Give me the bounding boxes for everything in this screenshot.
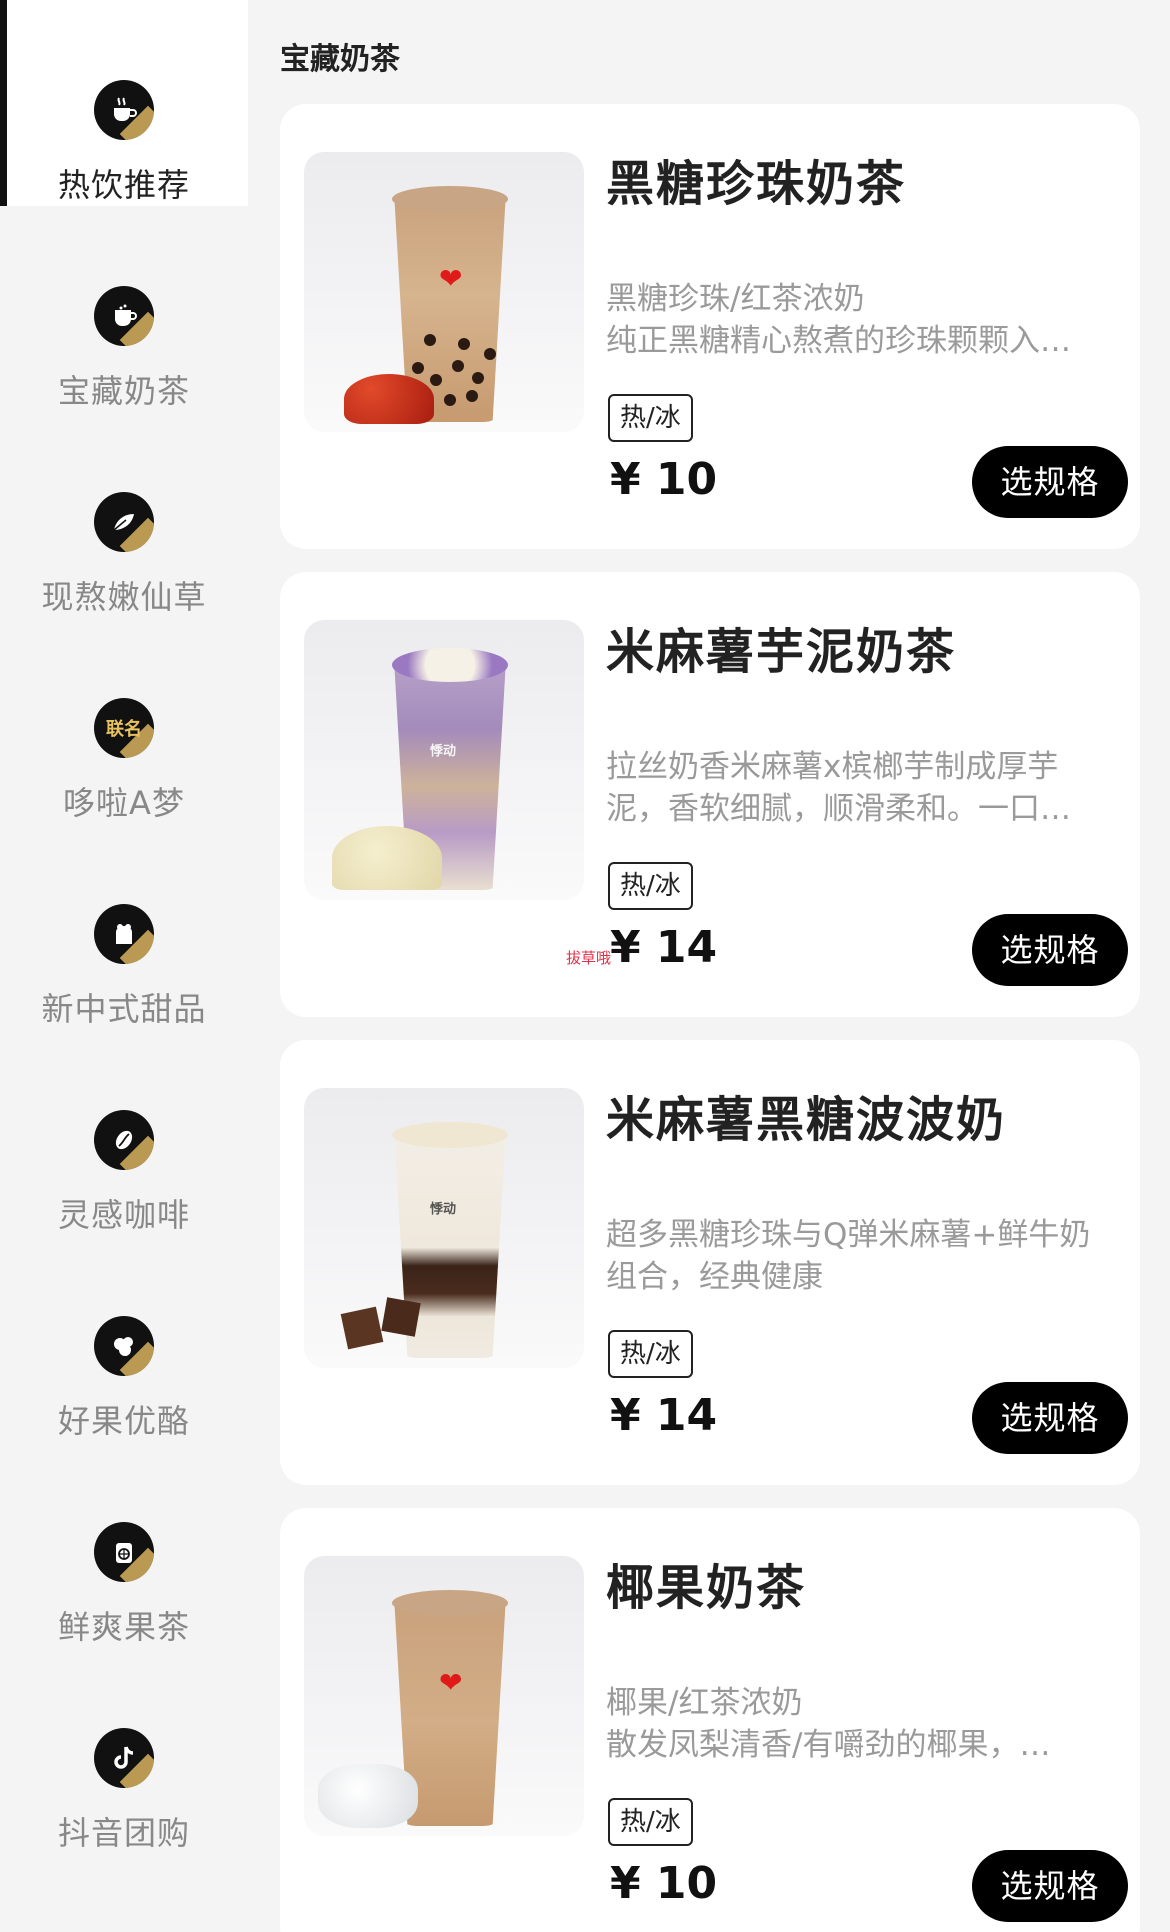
sidebar-item-doraemon[interactable]: 联名 哆啦A梦 <box>0 618 248 824</box>
brand-logo: 悸动 <box>430 744 457 759</box>
product-card[interactable]: ❤ 黑糖珍珠奶茶 黑糖珍珠/红茶浓奶 纯正黑糖精心熬煮的珍珠颗颗入… 热/冰 ¥… <box>280 104 1140 549</box>
sidebar-item-hot-drinks[interactable]: 热饮推荐 <box>0 0 248 206</box>
temperature-tag: 热/冰 <box>608 862 693 910</box>
sidebar-item-label: 新中式甜品 <box>41 990 207 1028</box>
product-list-area: 宝藏奶茶 ❤ 黑糖珍珠奶茶 黑糖珍珠/红茶浓奶 纯正黑糖精心熬煮的珍珠颗颗入… … <box>248 0 1170 1932</box>
product-price: ¥ 14 <box>610 922 718 973</box>
heart-logo-icon: ❤ <box>439 1666 463 1699</box>
sidebar-item-label: 热饮推荐 <box>57 166 190 204</box>
temperature-tag: 热/冰 <box>608 1330 693 1378</box>
coffee-bean-icon <box>94 1110 154 1170</box>
product-name: 米麻薯黑糖波波奶 <box>606 1092 1007 1148</box>
product-description: 超多黑糖珍珠与Q弹米麻薯+鲜牛奶 组合，经典健康 <box>606 1217 1091 1295</box>
product-image: 悸动 <box>304 1088 584 1368</box>
product-card[interactable]: ❤ 椰果奶茶 椰果/红茶浓奶 散发凤梨清香/有嚼劲的椰果，… 热/冰 ¥ 10 … <box>280 1508 1140 1932</box>
product-price: ¥ 10 <box>610 454 718 505</box>
sidebar-item-label: 好果优酪 <box>57 1402 190 1440</box>
product-name: 米麻薯芋泥奶茶 <box>606 624 957 680</box>
product-name: 椰果奶茶 <box>606 1560 807 1616</box>
sidebar-item-fruit-yogurt[interactable]: 好果优酪 <box>0 1236 248 1442</box>
sidebar-item-label: 宝藏奶茶 <box>57 372 190 410</box>
hot-drink-icon <box>94 80 154 140</box>
product-image: 悸动 <box>304 620 584 900</box>
temperature-tag: 热/冰 <box>608 1798 693 1846</box>
sidebar-item-grass-jelly[interactable]: 现熬嫩仙草 <box>0 412 248 618</box>
product-price: ¥ 10 <box>610 1858 718 1909</box>
select-spec-button[interactable]: 选规格 <box>972 914 1128 986</box>
fruit-yogurt-icon <box>94 1316 154 1376</box>
product-price: ¥ 14 <box>610 1390 718 1441</box>
product-description: 黑糖珍珠/红茶浓奶 纯正黑糖精心熬煮的珍珠颗颗入… <box>606 281 1071 359</box>
douyin-icon <box>94 1728 154 1788</box>
sidebar-item-douyin[interactable]: 抖音团购 <box>0 1648 248 1854</box>
temperature-tag: 热/冰 <box>608 394 693 442</box>
watermark-text: 拔草哦 <box>566 949 612 967</box>
sidebar-item-fruit-tea[interactable]: 鲜爽果茶 <box>0 1442 248 1648</box>
milk-tea-cup-icon <box>94 286 154 346</box>
select-spec-button[interactable]: 选规格 <box>972 446 1128 518</box>
select-spec-button[interactable]: 选规格 <box>972 1850 1128 1922</box>
brand-logo: 悸动 <box>430 1202 457 1217</box>
section-title: 宝藏奶茶 <box>280 42 400 77</box>
collab-badge-icon: 联名 <box>94 698 154 758</box>
sidebar-item-milk-tea[interactable]: 宝藏奶茶 <box>0 206 248 412</box>
grass-jelly-leaf-icon <box>94 492 154 552</box>
sidebar-item-label: 抖音团购 <box>57 1814 190 1852</box>
sidebar-item-label: 鲜爽果茶 <box>57 1608 190 1646</box>
dessert-icon <box>94 904 154 964</box>
product-card[interactable]: 悸动 米麻薯芋泥奶茶 拉丝奶香米麻薯x槟榔芋制成厚芋 泥，香软细腻，顺滑柔和。一… <box>280 572 1140 1017</box>
product-name: 黑糖珍珠奶茶 <box>606 156 907 212</box>
select-spec-button[interactable]: 选规格 <box>972 1382 1128 1454</box>
product-card[interactable]: 悸动 米麻薯黑糖波波奶 超多黑糖珍珠与Q弹米麻薯+鲜牛奶 组合，经典健康 热/冰… <box>280 1040 1140 1485</box>
sidebar-item-dessert[interactable]: 新中式甜品 <box>0 824 248 1030</box>
sidebar-item-label: 现熬嫩仙草 <box>41 578 207 616</box>
product-image: ❤ <box>304 1556 584 1836</box>
category-sidebar: 热饮推荐 宝藏奶茶 现熬嫩仙草 联名 哆啦A梦 新中式甜品 灵感咖啡 好果优酪 … <box>0 0 248 1932</box>
sidebar-item-label: 灵感咖啡 <box>57 1196 190 1234</box>
heart-logo-icon: ❤ <box>439 262 463 295</box>
product-description: 拉丝奶香米麻薯x槟榔芋制成厚芋 泥，香软细腻，顺滑柔和。一口… <box>606 749 1071 827</box>
sidebar-item-label: 哆啦A梦 <box>63 784 185 822</box>
fruit-tea-icon <box>94 1522 154 1582</box>
product-description: 椰果/红茶浓奶 散发凤梨清香/有嚼劲的椰果，… <box>606 1685 1051 1763</box>
product-image: ❤ <box>304 152 584 432</box>
sidebar-item-coffee[interactable]: 灵感咖啡 <box>0 1030 248 1236</box>
